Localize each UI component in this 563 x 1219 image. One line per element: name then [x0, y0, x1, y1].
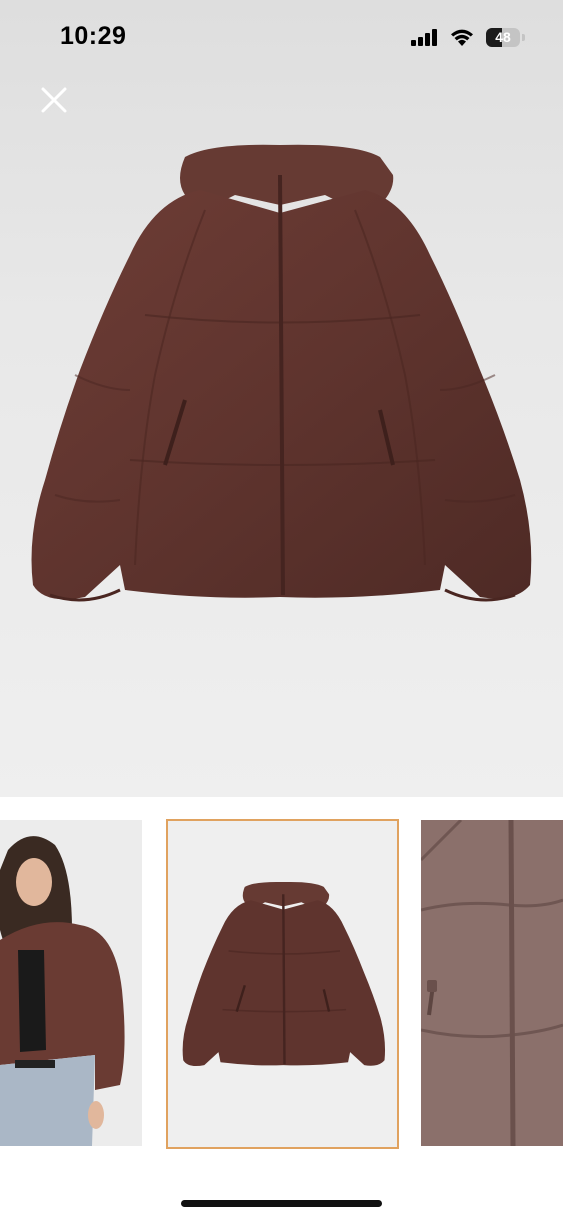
status-bar: 10:29 48 [0, 0, 563, 76]
product-image-viewer[interactable]: 10:29 48 [0, 0, 563, 797]
close-button[interactable] [34, 80, 74, 120]
cellular-signal-icon [411, 29, 437, 46]
close-icon [41, 87, 67, 113]
status-time: 10:29 [60, 22, 127, 50]
wifi-icon [451, 29, 473, 46]
thumbnail-image [421, 820, 563, 1146]
battery-percentage: 48 [495, 29, 511, 45]
battery-cap [522, 34, 525, 41]
battery-icon: 48 [486, 28, 520, 47]
thumbnail-jacket-front-view[interactable] [166, 819, 399, 1149]
thumbnail-image [168, 821, 397, 1147]
product-main-image [31, 144, 532, 602]
thumbnail-image [0, 820, 142, 1146]
thumbnail-model-wearing-jacket[interactable] [0, 820, 142, 1146]
thumbnail-strip[interactable] [0, 819, 563, 1149]
home-indicator[interactable] [181, 1200, 382, 1207]
thumbnail-jacket-fabric-detail[interactable] [421, 820, 563, 1146]
